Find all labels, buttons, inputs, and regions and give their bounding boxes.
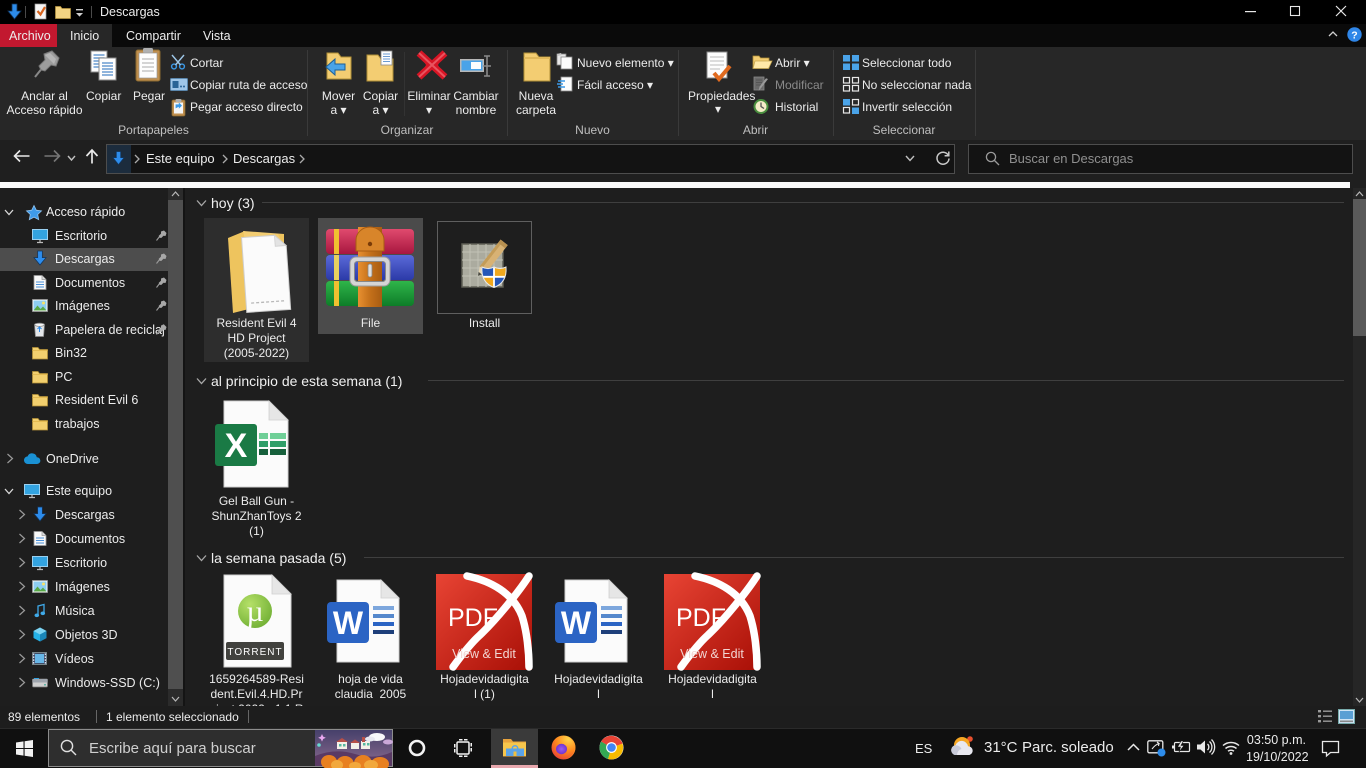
svg-text:PDF: PDF	[676, 604, 726, 632]
svg-text:TORRENT: TORRENT	[227, 647, 282, 658]
svg-text:View & Edit: View & Edit	[680, 647, 744, 661]
svg-text:?: ?	[1351, 29, 1357, 41]
svg-text:PDF: PDF	[448, 604, 498, 632]
svg-text:W: W	[561, 605, 592, 641]
svg-text:µ: µ	[246, 595, 263, 628]
svg-text:X: X	[225, 427, 248, 465]
svg-text:W: W	[333, 605, 364, 641]
svg-text:View & Edit: View & Edit	[452, 647, 516, 661]
